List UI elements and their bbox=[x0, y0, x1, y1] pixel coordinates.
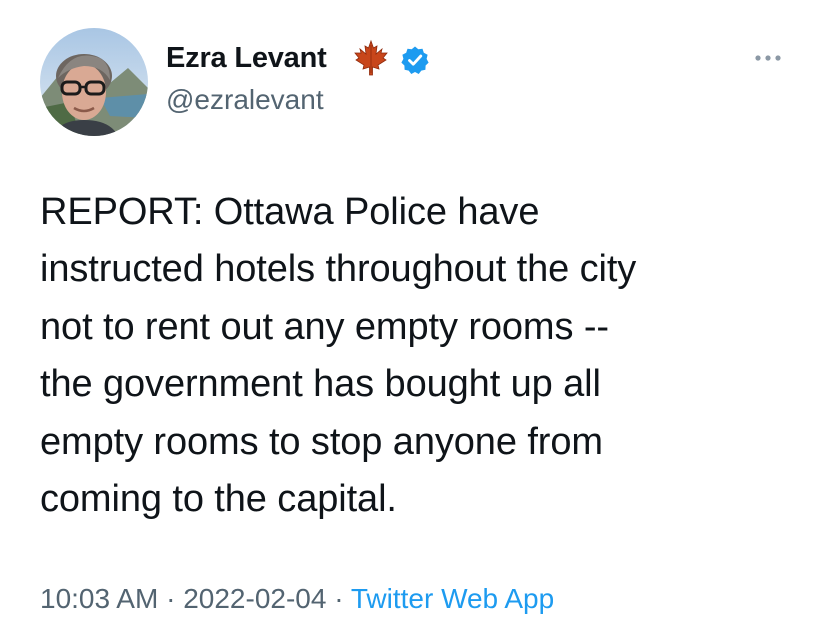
tweet-date[interactable]: 2022-02-04 bbox=[183, 583, 326, 614]
tweet-time[interactable]: 10:03 AM bbox=[40, 583, 158, 614]
more-dots-icon bbox=[755, 55, 781, 61]
tweet-meta: 10:03 AM · 2022-02-04 · Twitter Web App bbox=[40, 583, 554, 615]
maple-leaf-icon bbox=[352, 39, 390, 77]
tweet-source-link[interactable]: Twitter Web App bbox=[351, 583, 554, 614]
verified-badge-icon bbox=[400, 45, 430, 75]
display-name[interactable]: Ezra Levant bbox=[166, 42, 327, 75]
meta-separator: · bbox=[158, 583, 184, 614]
more-options-button[interactable] bbox=[750, 48, 786, 68]
meta-separator: · bbox=[326, 583, 351, 614]
tweet-card: Ezra Levant @ezralevant REPORT: Ottawa P… bbox=[0, 0, 828, 633]
tweet-text: REPORT: Ottawa Police have instructed ho… bbox=[40, 191, 637, 521]
author-handle[interactable]: @ezralevant bbox=[166, 84, 324, 116]
avatar-photo bbox=[40, 28, 148, 136]
avatar[interactable] bbox=[40, 28, 148, 136]
